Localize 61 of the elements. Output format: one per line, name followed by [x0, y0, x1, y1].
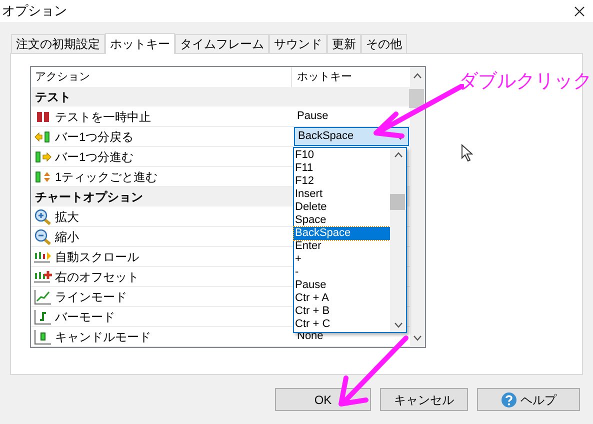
scroll-up-icon[interactable] [413, 73, 422, 79]
tab[interactable]: サウンド [269, 34, 327, 53]
pause-icon [37, 112, 49, 122]
tick-step-icon [34, 168, 52, 184]
line-chart-icon [34, 288, 52, 304]
action-label: バー1つ分進む [55, 148, 134, 166]
scroll-down-icon[interactable] [413, 335, 422, 341]
bar-chart-icon [34, 308, 52, 324]
scroll-up-icon[interactable] [394, 152, 402, 158]
scrollbar[interactable] [410, 67, 425, 347]
dropdown-option[interactable]: F10 [294, 149, 390, 162]
scrollbar-thumb[interactable] [409, 89, 424, 108]
hotkey-combobox[interactable]: BackSpace [294, 127, 409, 146]
dialog-button[interactable]: キャンセル [380, 388, 468, 411]
group-label: テスト [34, 88, 72, 106]
help-icon [500, 392, 516, 408]
action-label: バー1つ分戻る [55, 128, 134, 146]
group-label: チャートオプション [34, 188, 144, 206]
dropdown-scrollbar[interactable] [390, 148, 406, 332]
tab[interactable]: 更新 [327, 34, 361, 53]
dropdown-option[interactable]: Ctr + B [294, 305, 390, 318]
dropdown-option[interactable]: Ctr + C [294, 318, 390, 331]
dropdown-option[interactable]: F11 [294, 162, 390, 175]
dropdown-option[interactable]: Enter [294, 240, 390, 253]
scroll-down-icon[interactable] [394, 322, 402, 328]
dropdown-option[interactable]: F12 [294, 175, 390, 188]
action-label: 1ティックごと進む [55, 168, 158, 186]
dropdown-option[interactable]: Pause [294, 279, 390, 292]
dropdown-option[interactable]: Ctr + A [294, 292, 390, 305]
candle-chart-icon [34, 328, 52, 344]
annotation-text: ダブルクリック [459, 70, 592, 94]
tab[interactable]: 注文の初期設定 [11, 34, 105, 53]
close-icon[interactable] [574, 6, 585, 16]
action-label: ラインモード [55, 288, 127, 306]
back-candle-icon [34, 128, 52, 144]
help-button[interactable]: ヘルプ [477, 388, 580, 411]
offset-icon [34, 268, 52, 284]
action-label: 縮小 [55, 228, 79, 246]
zoom-out-icon [34, 228, 52, 244]
dropdown-option[interactable]: Insert [294, 188, 390, 201]
mouse-cursor-icon [461, 144, 473, 162]
action-label: 拡大 [55, 208, 79, 226]
window-title: オプション [2, 2, 67, 20]
dropdown-option[interactable]: - [294, 266, 390, 279]
dropdown-option[interactable]: BackSpace [294, 227, 390, 240]
tab[interactable]: ホットキー [105, 33, 175, 54]
dropdown-option[interactable]: + [294, 253, 390, 266]
action-label: キャンドルモード [55, 328, 151, 346]
tab[interactable]: その他 [361, 34, 407, 53]
scrollbar-thumb[interactable] [390, 194, 405, 210]
action-label: 右のオフセット [55, 268, 139, 286]
zoom-in-icon [34, 208, 52, 224]
hotkey-value: Pause [296, 109, 328, 124]
dropdown-option[interactable]: Space [294, 214, 390, 227]
action-label: テストを一時中止 [55, 108, 151, 126]
forward-candle-icon [34, 148, 52, 164]
column-header[interactable]: ホットキー [292, 67, 410, 87]
action-label: バーモード [55, 308, 115, 326]
action-label: 自動スクロール [55, 248, 139, 266]
dropdown-option[interactable]: Delete [294, 201, 390, 214]
tab[interactable]: タイムフレーム [175, 34, 269, 53]
